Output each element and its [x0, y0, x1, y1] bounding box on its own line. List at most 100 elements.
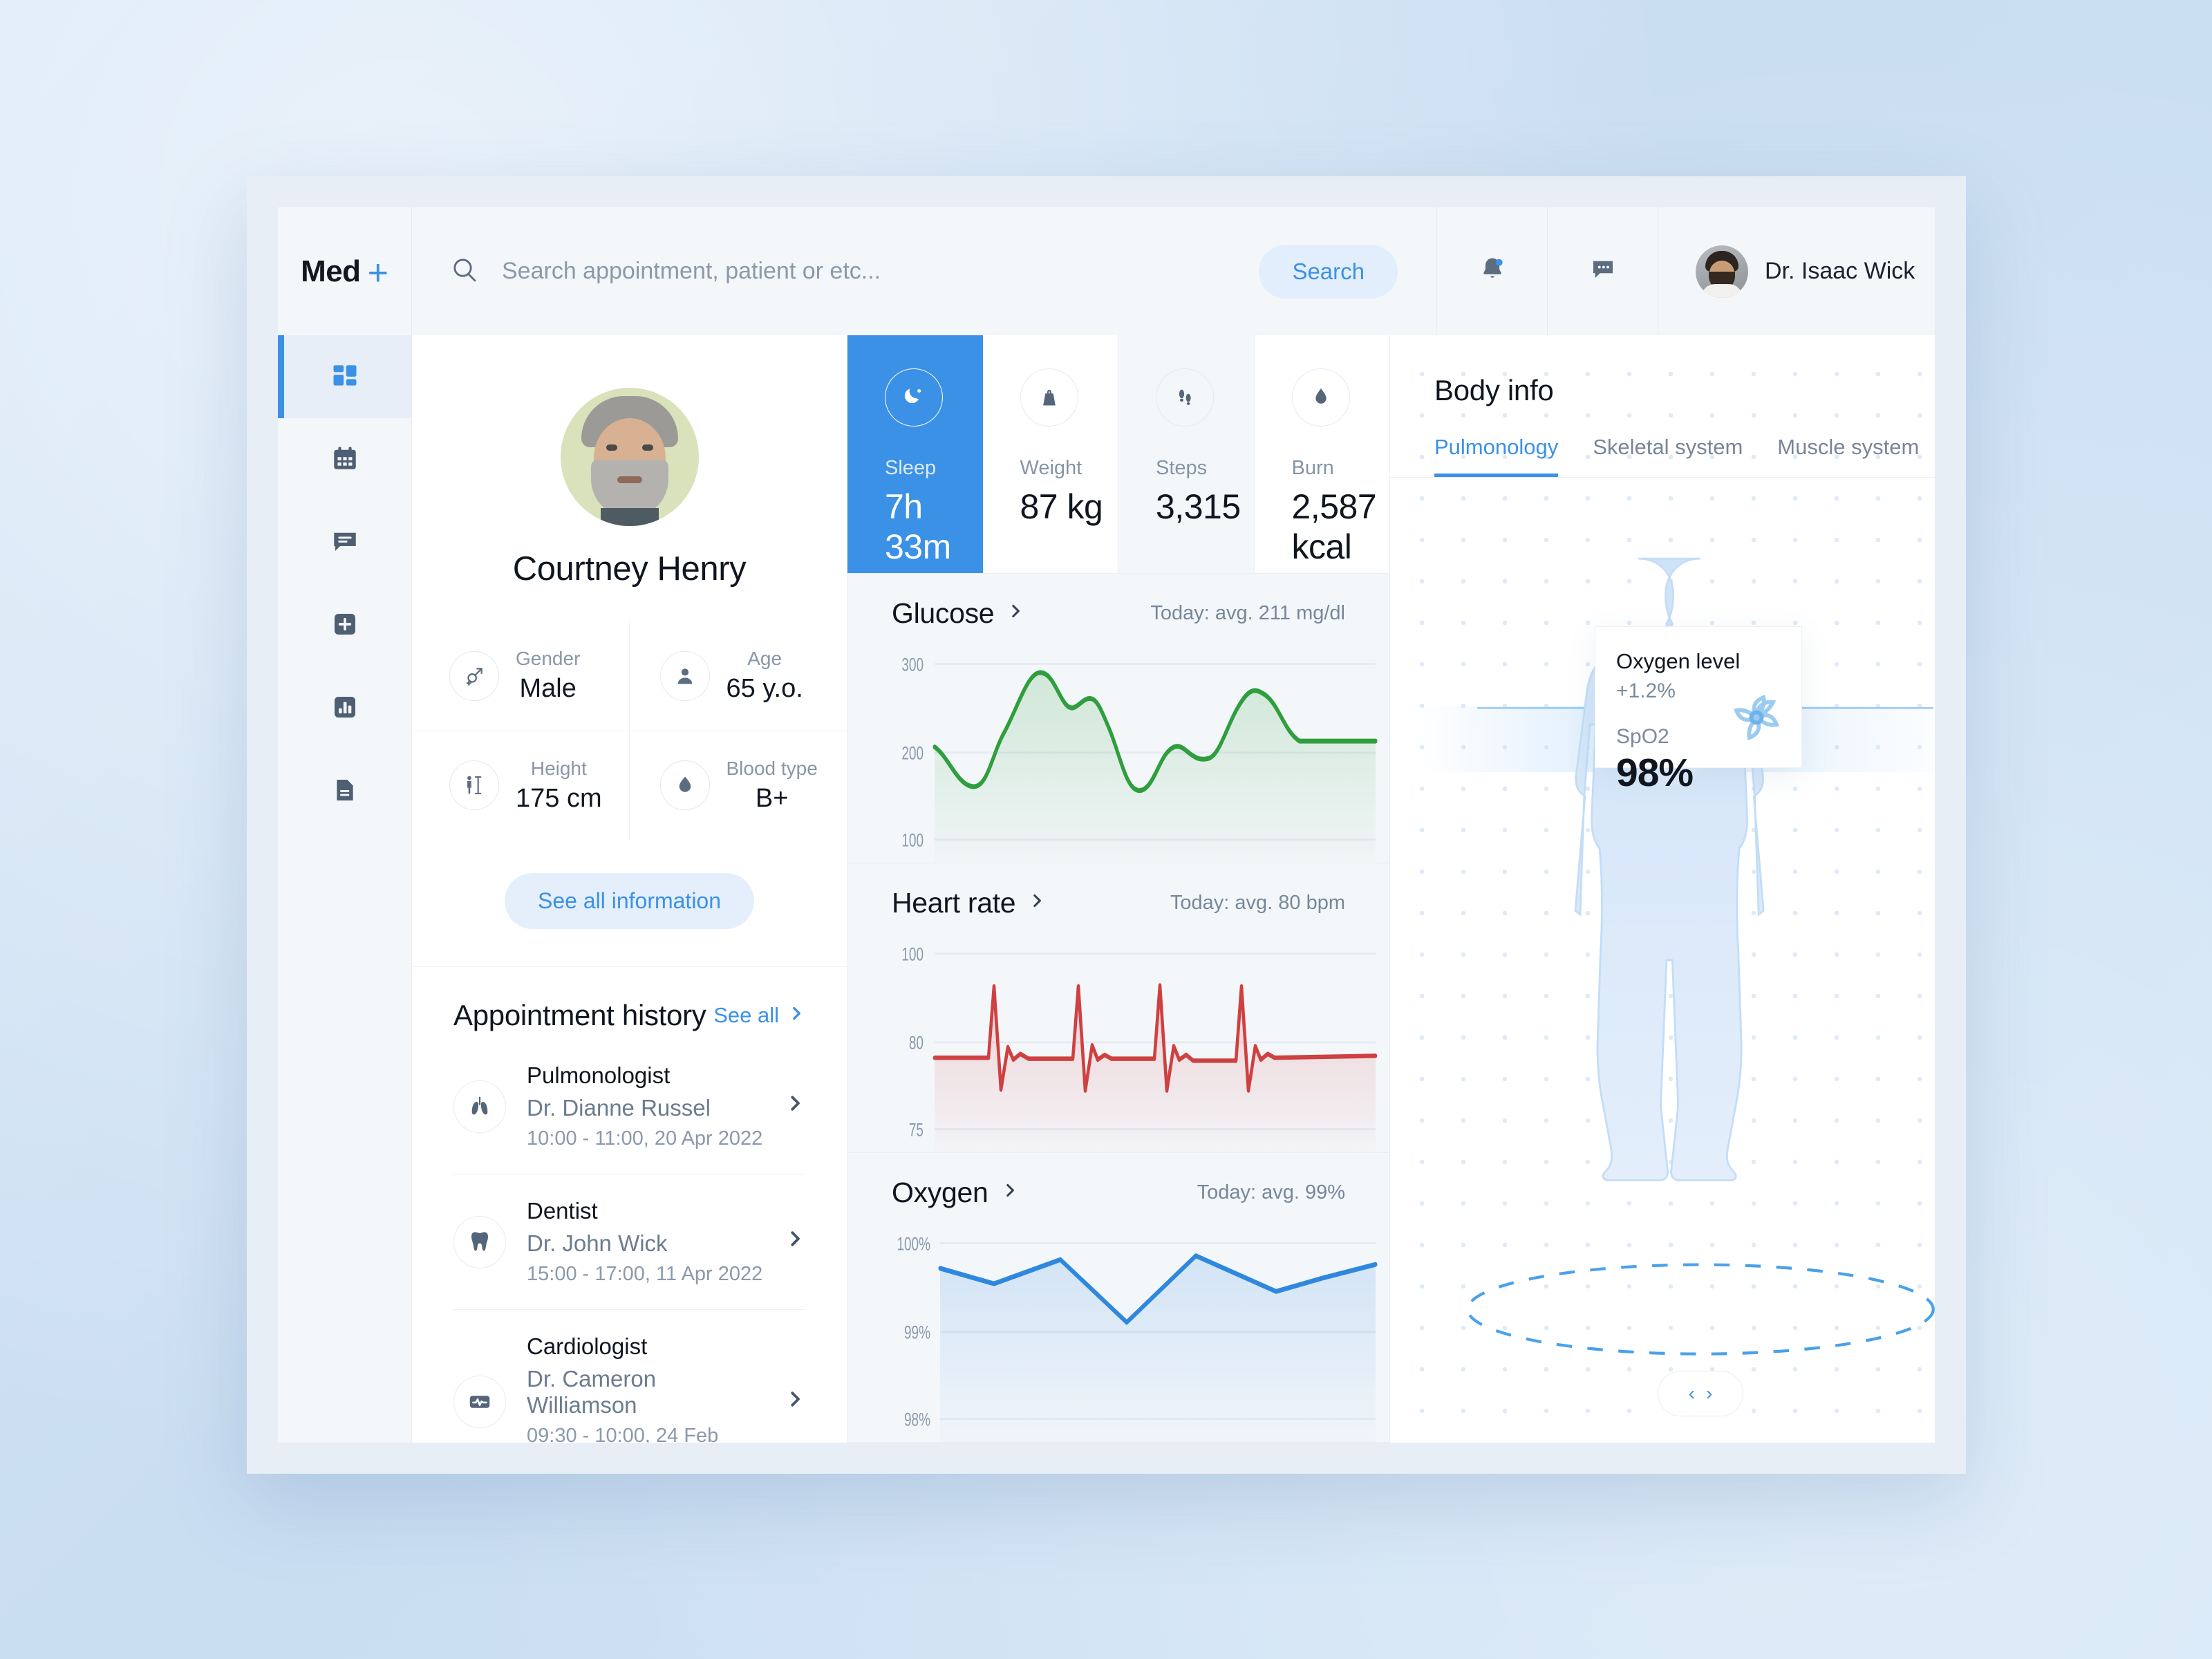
- body-info-header: Body info: [1390, 335, 1935, 407]
- rotate-prev-icon[interactable]: ‹: [1689, 1382, 1695, 1405]
- svg-text:100%: 100%: [897, 1233, 930, 1254]
- statistics-icon: [331, 693, 359, 724]
- stat-label: Weight: [1020, 457, 1082, 479]
- appointment-row[interactable]: Dentist Dr. John Wick 15:00 - 17:00, 11 …: [453, 1174, 805, 1310]
- tab-skeletal-system[interactable]: Skeletal system: [1593, 435, 1743, 477]
- see-all-appointments-link[interactable]: See all: [713, 1003, 805, 1028]
- search-button[interactable]: Search: [1259, 244, 1398, 299]
- body-info-tabs: Pulmonology Skeletal system Muscle syste…: [1390, 407, 1935, 478]
- brand-logo[interactable]: Med +: [278, 207, 412, 335]
- stat-card-burn[interactable]: Burn 2,587 kcal: [1254, 335, 1390, 574]
- blood-drop-icon: [659, 760, 710, 811]
- appointment-row[interactable]: Cardiologist Dr. Cameron Williamson 09:3…: [453, 1310, 805, 1443]
- patient-panel: Courtney Henry Gender Male Age 65 y.o. H…: [412, 335, 847, 1443]
- stat-card-steps[interactable]: Steps 3,315: [1118, 335, 1255, 574]
- rotate-next-icon[interactable]: ›: [1706, 1382, 1712, 1405]
- search-input[interactable]: [502, 258, 1236, 285]
- chevron-right-icon[interactable]: [785, 1228, 805, 1255]
- see-all-information-wrap: See all information: [412, 840, 847, 966]
- sidebar-item-statistics[interactable]: [278, 667, 411, 750]
- patient-facts: Gender Male Age 65 y.o. Height 175 cm Bl…: [412, 621, 847, 840]
- svg-text:98%: 98%: [904, 1409, 930, 1430]
- stat-card-weight[interactable]: Weight 87 kg: [982, 335, 1118, 574]
- metrics-column: Sleep 7h 33m Weight 87 kg Steps 3,315 Bu…: [847, 335, 1390, 1443]
- body-rotate-control[interactable]: ‹ ›: [1657, 1371, 1743, 1416]
- tab-pulmonology[interactable]: Pulmonology: [1434, 435, 1559, 477]
- user-profile-menu[interactable]: Dr. Isaac Wick: [1658, 207, 1935, 335]
- person-icon: [659, 650, 710, 701]
- appointment-history-title: Appointment history: [453, 999, 706, 1031]
- fact-label: Blood type: [726, 757, 818, 779]
- sidebar-item-calendar[interactable]: [278, 418, 411, 501]
- add-icon: [331, 610, 359, 641]
- fact-blood-type: Blood type B+: [630, 731, 847, 841]
- heartbeat-icon: [453, 1376, 506, 1428]
- sidebar-item-documents[interactable]: [278, 750, 411, 833]
- human-body-figure[interactable]: [1390, 478, 1935, 1443]
- metric-card-heart-rate: Heart rate Today: avg. 80 bpm 100 80 75: [847, 863, 1390, 1153]
- fact-value: Male: [519, 674, 577, 703]
- chevron-down-icon[interactable]: [1931, 259, 1935, 284]
- appointment-row[interactable]: Pulmonologist Dr. Dianne Russel 10:00 - …: [453, 1039, 805, 1174]
- sidebar-item-messages[interactable]: [278, 501, 411, 584]
- chat-icon: [1588, 255, 1618, 288]
- app-body: Courtney Henry Gender Male Age 65 y.o. H…: [278, 335, 1935, 1443]
- see-all-information-button[interactable]: See all information: [504, 873, 755, 929]
- app-window: Med + Search appointment, patient or etc…: [247, 176, 1966, 1474]
- brand-name: Med: [301, 254, 361, 288]
- sidebar-item-add[interactable]: [278, 584, 411, 667]
- fact-label: Height: [530, 757, 587, 779]
- chevron-right-icon: [787, 1003, 805, 1028]
- metric-card-header: Heart rate Today: avg. 80 bpm: [892, 887, 1389, 919]
- fact-gender: Gender Male: [412, 621, 630, 731]
- swirl-icon: [1728, 689, 1785, 749]
- bell-icon: [1477, 254, 1508, 288]
- metric-card-header: Oxygen Today: avg. 99%: [892, 1177, 1389, 1209]
- glucose-chart: 300 200 100: [892, 641, 1389, 863]
- sidebar-item-dashboard[interactable]: [278, 335, 411, 418]
- messages-button[interactable]: [1548, 207, 1658, 335]
- dashboard-icon: [330, 360, 360, 394]
- search-bar: Search: [412, 207, 1437, 335]
- stats-row: Sleep 7h 33m Weight 87 kg Steps 3,315 Bu…: [847, 335, 1390, 574]
- fact-height: Height 175 cm: [412, 731, 630, 840]
- appointment-history-header: Appointment history See all: [453, 967, 805, 1039]
- moon-icon: [885, 368, 943, 427]
- stat-card-sleep[interactable]: Sleep 7h 33m: [847, 335, 983, 574]
- svg-text:100: 100: [901, 830, 924, 850]
- lungs-icon: [453, 1080, 506, 1133]
- svg-text:300: 300: [901, 654, 924, 675]
- fact-label: Gender: [516, 648, 581, 669]
- appointment-history: Appointment history See all Pulmonologis…: [412, 966, 847, 1443]
- stat-value: 2,587 kcal: [1291, 487, 1377, 566]
- fact-label: Age: [747, 648, 782, 669]
- app-header: Med + Search appointment, patient or etc…: [278, 207, 1935, 335]
- sidebar: [278, 335, 412, 1443]
- tab-muscle-system[interactable]: Muscle system: [1777, 435, 1919, 477]
- stat-label: Sleep: [885, 457, 937, 479]
- messages-icon: [330, 527, 359, 559]
- app-surface: Med + Search appointment, patient or etc…: [278, 207, 1935, 1443]
- appointment-time: 09:30 - 10:00, 24 Feb 2022: [527, 1425, 719, 1443]
- body-visualization: Oxygen level +1.2% SpO2 98% ‹ ›: [1390, 478, 1935, 1443]
- chevron-right-icon[interactable]: [1006, 602, 1024, 626]
- stat-label: Burn: [1291, 457, 1334, 479]
- chevron-right-icon[interactable]: [1001, 1181, 1019, 1205]
- chevron-right-icon[interactable]: [785, 1093, 805, 1120]
- tooltip-title: Oxygen level: [1616, 649, 1741, 673]
- metric-title: Glucose: [892, 597, 995, 629]
- metric-meta: Today: avg. 99%: [1197, 1181, 1345, 1203]
- metric-card-oxygen: Oxygen Today: avg. 99% 100% 99% 98%: [847, 1153, 1390, 1443]
- chevron-right-icon[interactable]: [785, 1389, 805, 1416]
- see-all-label: See all: [713, 1003, 779, 1027]
- appointment-doctor: Dr. John Wick: [527, 1230, 668, 1256]
- chevron-right-icon[interactable]: [1028, 892, 1046, 915]
- appointment-time: 15:00 - 17:00, 11 Apr 2022: [527, 1263, 763, 1285]
- fact-value: 175 cm: [516, 783, 602, 813]
- svg-text:200: 200: [901, 743, 924, 764]
- appointment-specialty: Pulmonologist: [527, 1062, 671, 1088]
- patient-name: Courtney Henry: [512, 550, 747, 588]
- appointment-doctor: Dr. Dianne Russel: [527, 1095, 711, 1121]
- flame-icon: [1291, 368, 1350, 427]
- notifications-button[interactable]: [1437, 207, 1548, 335]
